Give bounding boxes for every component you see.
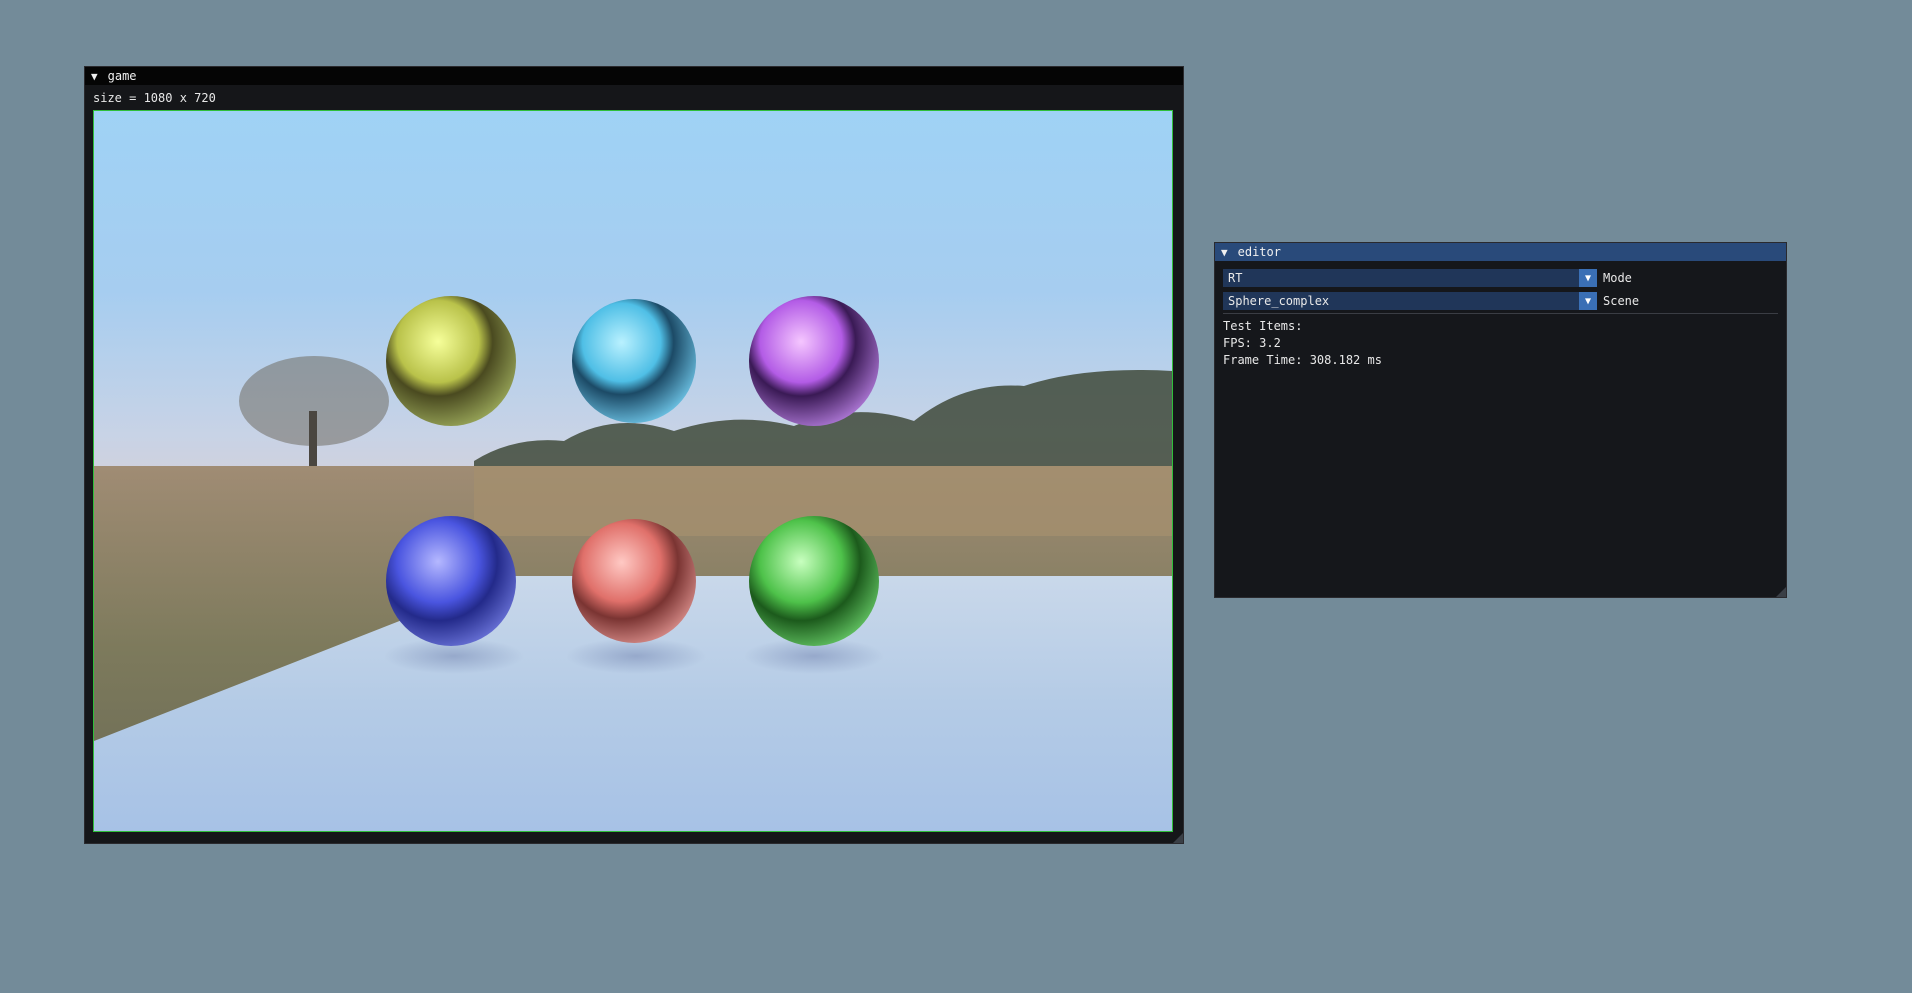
blue-sphere bbox=[386, 516, 516, 646]
rendered-scene bbox=[94, 111, 1172, 831]
scene-label: Scene bbox=[1603, 294, 1640, 308]
mode-combo[interactable]: RT ▼ bbox=[1223, 269, 1597, 287]
separator bbox=[1223, 313, 1778, 314]
yellow-sphere bbox=[386, 296, 516, 426]
green-sphere bbox=[749, 516, 879, 646]
dropdown-arrow-icon[interactable]: ▼ bbox=[1579, 292, 1597, 310]
game-window-title: game bbox=[107, 69, 137, 83]
test-items-label: Test Items: bbox=[1223, 319, 1303, 333]
red-sphere bbox=[572, 519, 696, 643]
editor-window[interactable]: ▼ editor RT ▼ Mode Sphere_complex ▼ Scen… bbox=[1214, 242, 1787, 598]
editor-window-title: editor bbox=[1237, 245, 1281, 259]
scene-combo[interactable]: Sphere_complex ▼ bbox=[1223, 292, 1597, 310]
editor-window-resize-grip[interactable] bbox=[1776, 587, 1786, 597]
mode-row: RT ▼ Mode bbox=[1223, 269, 1632, 287]
mode-combo-value: RT bbox=[1228, 271, 1243, 285]
scene-combo-value: Sphere_complex bbox=[1228, 294, 1330, 308]
game-window-titlebar[interactable]: ▼ game bbox=[85, 67, 1183, 85]
frame-time-readout: Frame Time: 308.182 ms bbox=[1223, 353, 1382, 367]
mode-label: Mode bbox=[1603, 271, 1632, 285]
purple-sphere bbox=[749, 296, 879, 426]
game-window-resize-grip[interactable] bbox=[1173, 833, 1183, 843]
cyan-sphere bbox=[572, 299, 696, 423]
collapse-triangle-icon[interactable]: ▼ bbox=[91, 70, 98, 83]
fps-readout: FPS: 3.2 bbox=[1223, 336, 1281, 350]
collapse-triangle-icon[interactable]: ▼ bbox=[1221, 246, 1228, 259]
viewport-size-label: size = 1080 x 720 bbox=[93, 91, 216, 105]
scene-row: Sphere_complex ▼ Scene bbox=[1223, 292, 1639, 310]
render-viewport[interactable] bbox=[93, 110, 1173, 832]
dropdown-arrow-icon[interactable]: ▼ bbox=[1579, 269, 1597, 287]
editor-window-titlebar[interactable]: ▼ editor bbox=[1215, 243, 1786, 261]
game-window[interactable]: ▼ game size = 1080 x 720 bbox=[84, 66, 1184, 844]
desktop: { "game_window": { "title": "game", "siz… bbox=[0, 0, 1912, 993]
